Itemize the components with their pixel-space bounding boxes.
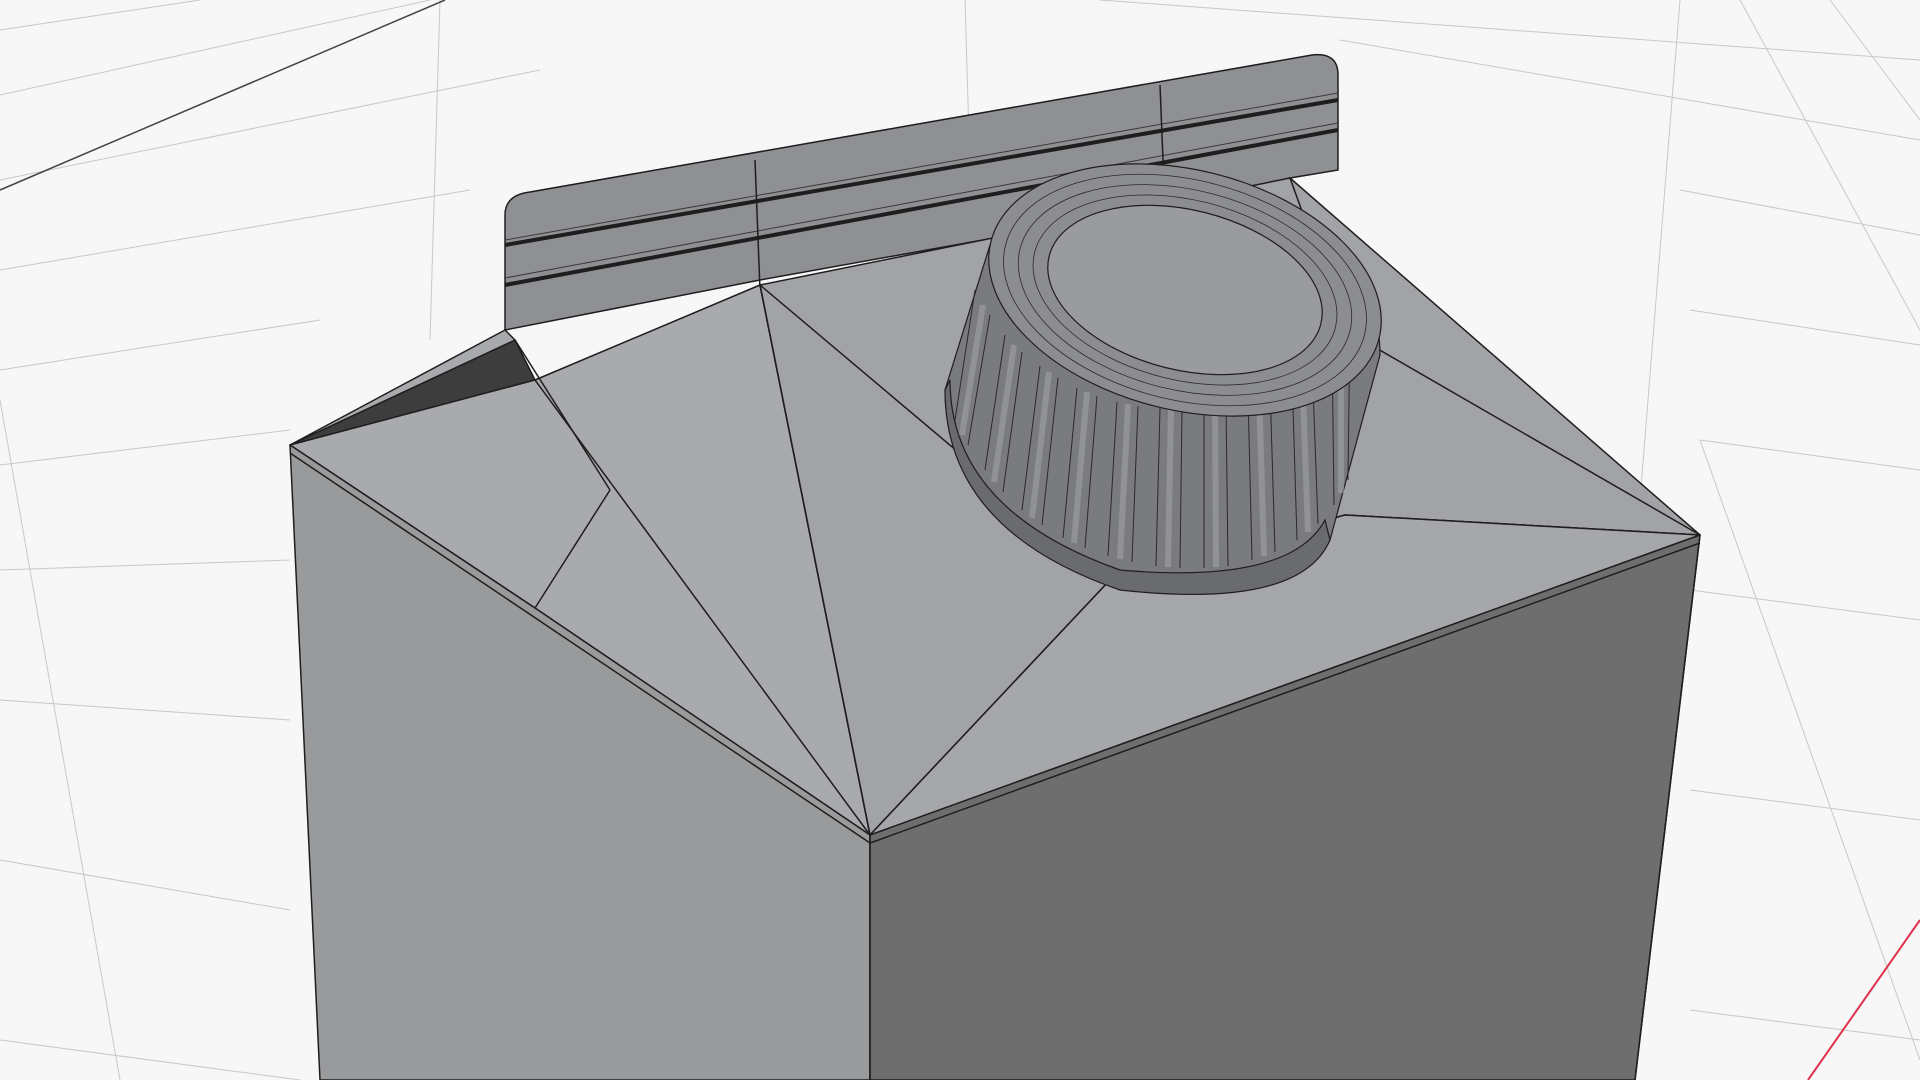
x-axis-line [1807,919,1920,1080]
viewport-scene[interactable] [0,0,1920,1080]
axis-line [0,0,446,191]
carton-model[interactable] [289,53,1701,1080]
3d-viewport[interactable] [0,0,1920,1080]
